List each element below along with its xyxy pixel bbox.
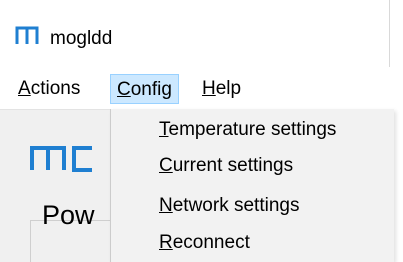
network-mnemonic: N — [159, 195, 173, 216]
menu-bar: Actions Config Help — [0, 67, 389, 110]
title-bar: mogldd — [0, 0, 390, 67]
window-title: mogldd — [50, 28, 113, 49]
menu-actions[interactable]: Actions — [12, 74, 86, 104]
reconnect-label: econnect — [172, 232, 250, 253]
network-label: etwork settings — [172, 195, 300, 216]
menu-config-mnemonic: C — [117, 79, 131, 100]
menu-item-temperature-settings[interactable]: Temperature settings — [159, 115, 336, 145]
current-label: urrent settings — [172, 155, 294, 176]
menu-config[interactable]: Config — [110, 74, 179, 104]
menu-item-reconnect[interactable]: Reconnect — [159, 228, 250, 258]
menu-actions-label: ctions — [30, 78, 81, 99]
brand-logo — [30, 146, 92, 172]
power-group-label: Pow — [42, 200, 95, 230]
menu-help-mnemonic: H — [202, 78, 216, 99]
menu-actions-mnemonic: A — [18, 78, 31, 99]
temperature-label: emperature settings — [168, 119, 337, 140]
group-box-left — [30, 220, 31, 262]
app-icon — [15, 26, 39, 44]
menu-item-current-settings[interactable]: Current settings — [159, 151, 293, 181]
menu-item-network-settings[interactable]: Network settings — [159, 191, 299, 221]
menu-help-label: elp — [215, 78, 242, 99]
reconnect-mnemonic: R — [159, 232, 173, 253]
menu-config-label: onfig — [130, 79, 172, 100]
config-dropdown-menu: Temperature settings Current settings Ne… — [110, 109, 394, 262]
temperature-mnemonic: T — [159, 119, 169, 140]
menu-help[interactable]: Help — [196, 74, 247, 104]
app-window: mogldd Actions Config Help Pow Temperatu… — [0, 0, 403, 262]
current-mnemonic: C — [159, 155, 173, 176]
